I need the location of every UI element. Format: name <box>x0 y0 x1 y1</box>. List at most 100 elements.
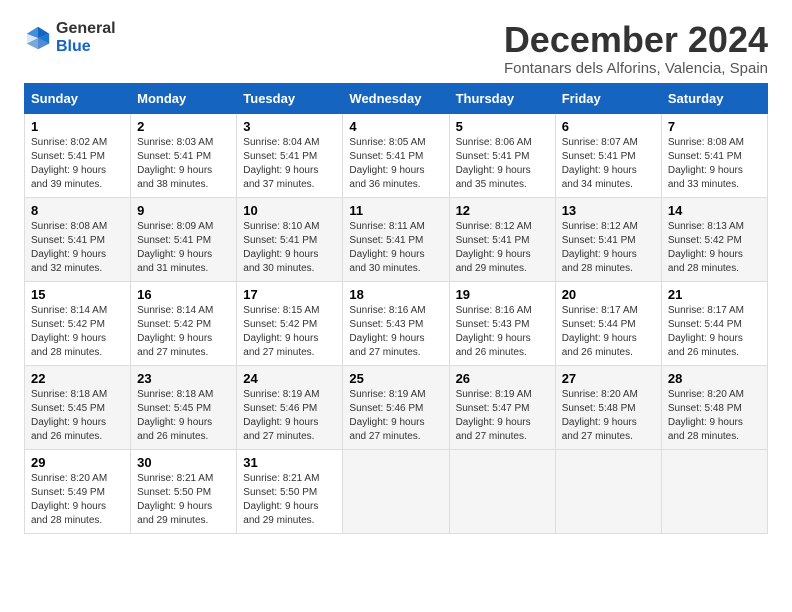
day-info: Sunrise: 8:12 AMSunset: 5:41 PMDaylight:… <box>562 221 638 274</box>
header-row: SundayMondayTuesdayWednesdayThursdayFrid… <box>25 83 768 113</box>
calendar-cell: 14 Sunrise: 8:13 AMSunset: 5:42 PMDaylig… <box>661 197 767 281</box>
calendar-cell: 17 Sunrise: 8:15 AMSunset: 5:42 PMDaylig… <box>237 281 343 365</box>
calendar-week-row: 15 Sunrise: 8:14 AMSunset: 5:42 PMDaylig… <box>25 281 768 365</box>
day-number: 19 <box>456 287 549 302</box>
day-info: Sunrise: 8:07 AMSunset: 5:41 PMDaylight:… <box>562 137 638 190</box>
calendar-cell: 7 Sunrise: 8:08 AMSunset: 5:41 PMDayligh… <box>661 113 767 197</box>
day-info: Sunrise: 8:03 AMSunset: 5:41 PMDaylight:… <box>137 137 213 190</box>
day-info: Sunrise: 8:19 AMSunset: 5:46 PMDaylight:… <box>349 389 425 442</box>
calendar-cell: 31 Sunrise: 8:21 AMSunset: 5:50 PMDaylig… <box>237 449 343 533</box>
calendar-cell: 23 Sunrise: 8:18 AMSunset: 5:45 PMDaylig… <box>131 365 237 449</box>
day-info: Sunrise: 8:10 AMSunset: 5:41 PMDaylight:… <box>243 221 319 274</box>
calendar-cell: 3 Sunrise: 8:04 AMSunset: 5:41 PMDayligh… <box>237 113 343 197</box>
day-info: Sunrise: 8:20 AMSunset: 5:49 PMDaylight:… <box>31 473 107 526</box>
calendar-cell: 29 Sunrise: 8:20 AMSunset: 5:49 PMDaylig… <box>25 449 131 533</box>
day-number: 15 <box>31 287 124 302</box>
calendar-week-row: 22 Sunrise: 8:18 AMSunset: 5:45 PMDaylig… <box>25 365 768 449</box>
day-number: 6 <box>562 119 655 134</box>
calendar-cell: 15 Sunrise: 8:14 AMSunset: 5:42 PMDaylig… <box>25 281 131 365</box>
day-number: 14 <box>668 203 761 218</box>
calendar-cell: 30 Sunrise: 8:21 AMSunset: 5:50 PMDaylig… <box>131 449 237 533</box>
calendar-cell: 9 Sunrise: 8:09 AMSunset: 5:41 PMDayligh… <box>131 197 237 281</box>
day-number: 5 <box>456 119 549 134</box>
day-info: Sunrise: 8:21 AMSunset: 5:50 PMDaylight:… <box>243 473 319 526</box>
header-day: Thursday <box>449 83 555 113</box>
day-info: Sunrise: 8:15 AMSunset: 5:42 PMDaylight:… <box>243 305 319 358</box>
calendar-cell: 16 Sunrise: 8:14 AMSunset: 5:42 PMDaylig… <box>131 281 237 365</box>
day-info: Sunrise: 8:02 AMSunset: 5:41 PMDaylight:… <box>31 137 107 190</box>
day-number: 3 <box>243 119 336 134</box>
day-number: 21 <box>668 287 761 302</box>
day-info: Sunrise: 8:19 AMSunset: 5:46 PMDaylight:… <box>243 389 319 442</box>
calendar-cell: 6 Sunrise: 8:07 AMSunset: 5:41 PMDayligh… <box>555 113 661 197</box>
day-info: Sunrise: 8:04 AMSunset: 5:41 PMDaylight:… <box>243 137 319 190</box>
day-number: 23 <box>137 371 230 386</box>
day-info: Sunrise: 8:17 AMSunset: 5:44 PMDaylight:… <box>668 305 744 358</box>
day-info: Sunrise: 8:18 AMSunset: 5:45 PMDaylight:… <box>137 389 213 442</box>
day-info: Sunrise: 8:20 AMSunset: 5:48 PMDaylight:… <box>562 389 638 442</box>
day-number: 13 <box>562 203 655 218</box>
logo-icon <box>24 24 52 52</box>
header-day: Tuesday <box>237 83 343 113</box>
calendar-cell: 28 Sunrise: 8:20 AMSunset: 5:48 PMDaylig… <box>661 365 767 449</box>
day-number: 16 <box>137 287 230 302</box>
calendar-cell: 26 Sunrise: 8:19 AMSunset: 5:47 PMDaylig… <box>449 365 555 449</box>
day-number: 27 <box>562 371 655 386</box>
day-info: Sunrise: 8:11 AMSunset: 5:41 PMDaylight:… <box>349 221 424 274</box>
day-info: Sunrise: 8:21 AMSunset: 5:50 PMDaylight:… <box>137 473 213 526</box>
day-number: 10 <box>243 203 336 218</box>
day-info: Sunrise: 8:13 AMSunset: 5:42 PMDaylight:… <box>668 221 744 274</box>
day-info: Sunrise: 8:16 AMSunset: 5:43 PMDaylight:… <box>349 305 425 358</box>
day-info: Sunrise: 8:14 AMSunset: 5:42 PMDaylight:… <box>137 305 213 358</box>
day-number: 29 <box>31 455 124 470</box>
day-number: 31 <box>243 455 336 470</box>
calendar-body: 1 Sunrise: 8:02 AMSunset: 5:41 PMDayligh… <box>25 113 768 533</box>
day-info: Sunrise: 8:12 AMSunset: 5:41 PMDaylight:… <box>456 221 532 274</box>
header-day: Monday <box>131 83 237 113</box>
day-info: Sunrise: 8:14 AMSunset: 5:42 PMDaylight:… <box>31 305 107 358</box>
day-number: 7 <box>668 119 761 134</box>
day-number: 18 <box>349 287 442 302</box>
day-info: Sunrise: 8:17 AMSunset: 5:44 PMDaylight:… <box>562 305 638 358</box>
calendar-cell: 18 Sunrise: 8:16 AMSunset: 5:43 PMDaylig… <box>343 281 449 365</box>
calendar-cell: 25 Sunrise: 8:19 AMSunset: 5:46 PMDaylig… <box>343 365 449 449</box>
title-block: December 2024 Fontanars dels Alforins, V… <box>504 20 768 77</box>
calendar-cell: 13 Sunrise: 8:12 AMSunset: 5:41 PMDaylig… <box>555 197 661 281</box>
calendar-cell <box>343 449 449 533</box>
calendar-week-row: 29 Sunrise: 8:20 AMSunset: 5:49 PMDaylig… <box>25 449 768 533</box>
calendar-cell: 10 Sunrise: 8:10 AMSunset: 5:41 PMDaylig… <box>237 197 343 281</box>
calendar-cell: 20 Sunrise: 8:17 AMSunset: 5:44 PMDaylig… <box>555 281 661 365</box>
day-number: 28 <box>668 371 761 386</box>
calendar-week-row: 8 Sunrise: 8:08 AMSunset: 5:41 PMDayligh… <box>25 197 768 281</box>
calendar-header: SundayMondayTuesdayWednesdayThursdayFrid… <box>25 83 768 113</box>
calendar-cell: 19 Sunrise: 8:16 AMSunset: 5:43 PMDaylig… <box>449 281 555 365</box>
location-title: Fontanars dels Alforins, Valencia, Spain <box>504 60 768 77</box>
calendar-cell: 11 Sunrise: 8:11 AMSunset: 5:41 PMDaylig… <box>343 197 449 281</box>
header-day: Saturday <box>661 83 767 113</box>
calendar-cell: 4 Sunrise: 8:05 AMSunset: 5:41 PMDayligh… <box>343 113 449 197</box>
calendar-cell <box>661 449 767 533</box>
day-info: Sunrise: 8:08 AMSunset: 5:41 PMDaylight:… <box>668 137 744 190</box>
calendar-cell <box>555 449 661 533</box>
day-info: Sunrise: 8:20 AMSunset: 5:48 PMDaylight:… <box>668 389 744 442</box>
day-info: Sunrise: 8:08 AMSunset: 5:41 PMDaylight:… <box>31 221 107 274</box>
logo-blue: Blue <box>56 38 116 56</box>
day-number: 17 <box>243 287 336 302</box>
header-day: Friday <box>555 83 661 113</box>
page-header: General Blue December 2024 Fontanars del… <box>24 20 768 77</box>
day-number: 9 <box>137 203 230 218</box>
day-number: 8 <box>31 203 124 218</box>
month-title: December 2024 <box>504 20 768 60</box>
header-day: Wednesday <box>343 83 449 113</box>
day-number: 12 <box>456 203 549 218</box>
calendar-cell: 5 Sunrise: 8:06 AMSunset: 5:41 PMDayligh… <box>449 113 555 197</box>
day-info: Sunrise: 8:09 AMSunset: 5:41 PMDaylight:… <box>137 221 213 274</box>
calendar-table: SundayMondayTuesdayWednesdayThursdayFrid… <box>24 83 768 534</box>
logo-general: General <box>56 20 116 38</box>
calendar-cell: 22 Sunrise: 8:18 AMSunset: 5:45 PMDaylig… <box>25 365 131 449</box>
logo-text: General Blue <box>56 20 116 55</box>
day-number: 20 <box>562 287 655 302</box>
day-number: 4 <box>349 119 442 134</box>
day-info: Sunrise: 8:18 AMSunset: 5:45 PMDaylight:… <box>31 389 107 442</box>
calendar-cell: 21 Sunrise: 8:17 AMSunset: 5:44 PMDaylig… <box>661 281 767 365</box>
